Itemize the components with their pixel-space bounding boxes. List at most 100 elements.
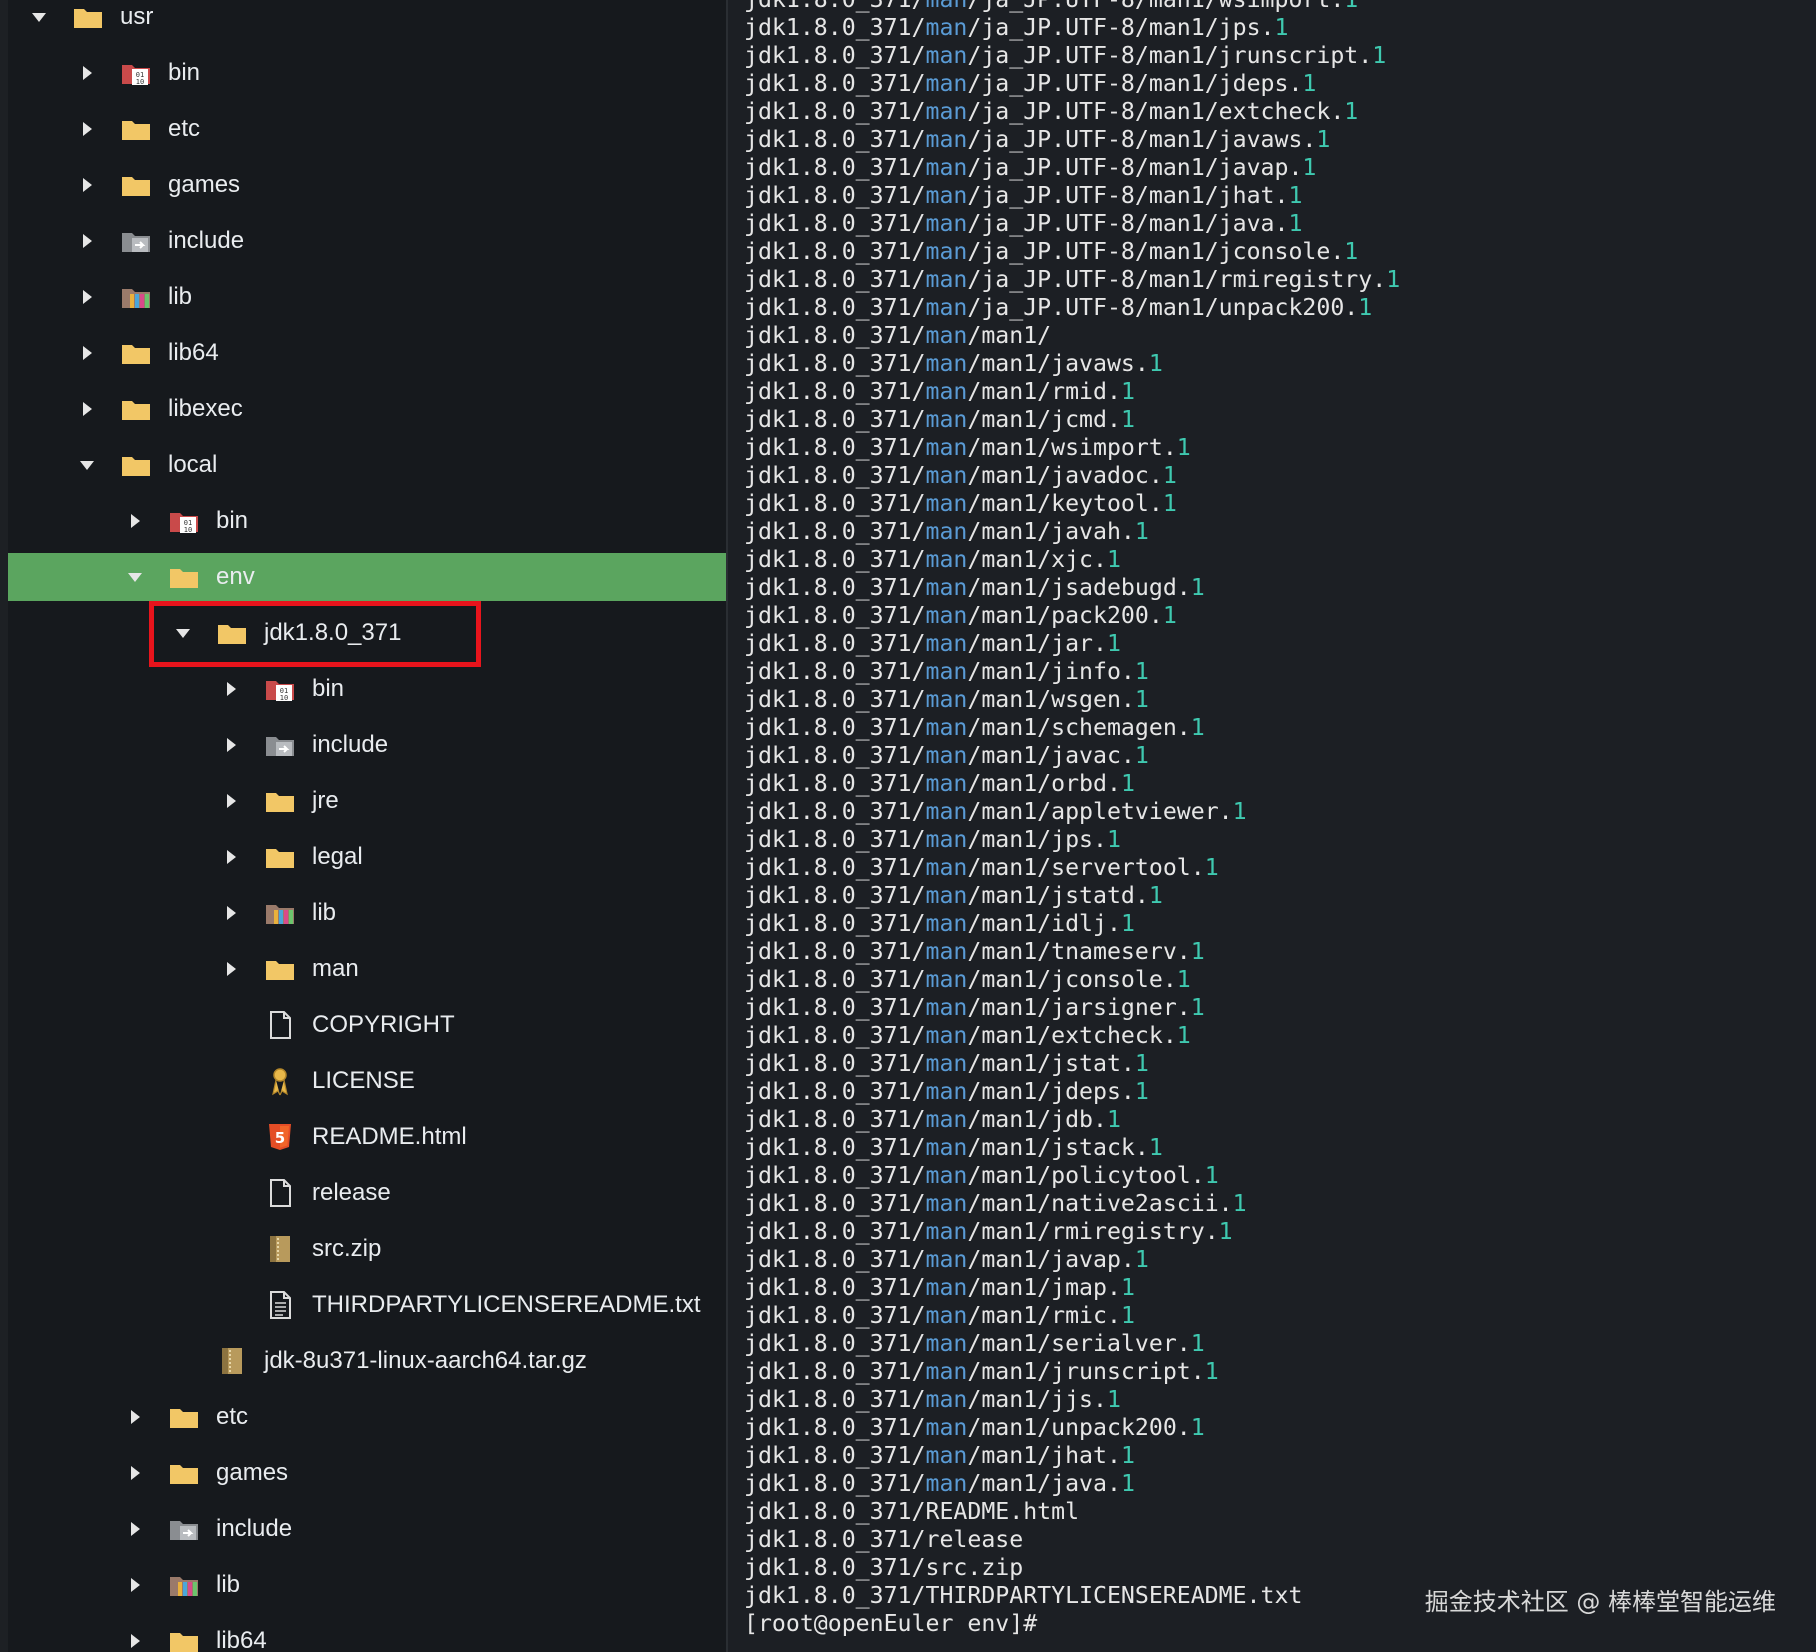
svg-text:5: 5 xyxy=(275,1129,285,1147)
tree-item-label: local xyxy=(168,451,218,478)
tree-file-item[interactable]: jdk-8u371-linux-aarch64.tar.gz xyxy=(8,1337,728,1385)
tree-item-label: include xyxy=(216,1515,293,1542)
expand-toggle[interactable] xyxy=(216,737,246,753)
terminal-line: jdk1.8.0_371/man/man1/schemagen.1 xyxy=(744,714,1205,741)
tree-folder-item[interactable]: lib xyxy=(8,889,728,937)
terminal-line: jdk1.8.0_371/man/man1/wsimport.1 xyxy=(744,434,1191,461)
terminal-line: jdk1.8.0_371/man/man1/jconsole.1 xyxy=(744,966,1191,993)
terminal-line: jdk1.8.0_371/man/ja_JP.UTF-8/man1/java.1 xyxy=(744,210,1303,237)
collapse-toggle[interactable] xyxy=(24,9,54,25)
expand-toggle[interactable] xyxy=(216,681,246,697)
chevron-right-icon xyxy=(227,906,236,920)
tree-folder-item[interactable]: games xyxy=(8,161,728,209)
tree-file-item[interactable]: LICENSE xyxy=(8,1057,728,1105)
tree-folder-item[interactable]: libexec xyxy=(8,385,728,433)
collapse-toggle[interactable] xyxy=(72,457,102,473)
expand-toggle[interactable] xyxy=(72,121,102,137)
terminal-line: jdk1.8.0_371/man/man1/wsgen.1 xyxy=(744,686,1149,713)
tree-folder-item[interactable]: games xyxy=(8,1449,728,1497)
tree-folder-item[interactable]: etc xyxy=(8,1393,728,1441)
terminal-line: jdk1.8.0_371/man/man1/appletviewer.1 xyxy=(744,798,1247,825)
tree-folder-item[interactable]: man xyxy=(8,945,728,993)
tree-folder-item[interactable]: env xyxy=(8,553,728,601)
tree-item-label: etc xyxy=(168,115,201,142)
tree-item-label: release xyxy=(312,1179,391,1206)
tree-folder-item[interactable]: jdk1.8.0_371 xyxy=(8,609,728,657)
expand-toggle[interactable] xyxy=(72,401,102,417)
terminal-line: jdk1.8.0_371/man/man1/jrunscript.1 xyxy=(744,1358,1219,1385)
tree-folder-item[interactable]: 01 10 bin xyxy=(8,665,728,713)
tree-item-label: include xyxy=(168,227,245,254)
terminal-line: jdk1.8.0_371/man/man1/javap.1 xyxy=(744,1246,1149,1273)
terminal-line: jdk1.8.0_371/man/ja_JP.UTF-8/man1/jconso… xyxy=(744,238,1359,265)
tree-folder-item[interactable]: include xyxy=(8,217,728,265)
expand-toggle[interactable] xyxy=(216,961,246,977)
expand-toggle[interactable] xyxy=(120,1521,150,1537)
tree-folder-item[interactable]: include xyxy=(8,1505,728,1553)
folder-icon xyxy=(118,337,154,369)
terminal-line: jdk1.8.0_371/man/ja_JP.UTF-8/man1/javap.… xyxy=(744,154,1317,181)
expand-toggle[interactable] xyxy=(120,1465,150,1481)
folder-icon xyxy=(118,169,154,201)
terminal-line: jdk1.8.0_371/man/man1/rmiregistry.1 xyxy=(744,1218,1233,1245)
text-file-icon xyxy=(262,1289,298,1321)
tree-file-item[interactable]: COPYRIGHT xyxy=(8,1001,728,1049)
expand-toggle[interactable] xyxy=(216,849,246,865)
expand-toggle[interactable] xyxy=(120,1633,150,1649)
expand-toggle[interactable] xyxy=(120,513,150,529)
tree-folder-item[interactable]: lib64 xyxy=(8,329,728,377)
folder-icon xyxy=(118,449,154,481)
terminal-line: jdk1.8.0_371/man/man1/jstack.1 xyxy=(744,1134,1163,1161)
svg-text:10: 10 xyxy=(136,78,144,86)
tree-item-label: games xyxy=(168,171,241,198)
terminal-line: jdk1.8.0_371/man/man1/pack200.1 xyxy=(744,602,1177,629)
expand-toggle[interactable] xyxy=(72,345,102,361)
zip-icon xyxy=(262,1233,298,1265)
tree-file-item[interactable]: release xyxy=(8,1169,728,1217)
svg-text:10: 10 xyxy=(184,526,192,534)
expand-toggle[interactable] xyxy=(216,905,246,921)
tree-folder-item[interactable]: lib xyxy=(8,1561,728,1609)
terminal-line: jdk1.8.0_371/man/man1/jjs.1 xyxy=(744,1386,1121,1413)
tree-folder-item[interactable]: legal xyxy=(8,833,728,881)
tree-item-label: include xyxy=(312,731,389,758)
tree-folder-item[interactable]: 01 10 bin xyxy=(8,497,728,545)
chevron-right-icon xyxy=(83,346,92,360)
collapse-toggle[interactable] xyxy=(120,569,150,585)
tree-folder-item[interactable]: 01 10 bin xyxy=(8,49,728,97)
terminal-line: jdk1.8.0_371/man/man1/servertool.1 xyxy=(744,854,1219,881)
expand-toggle[interactable] xyxy=(120,1409,150,1425)
tree-folder-item[interactable]: usr xyxy=(8,0,728,41)
tree-item-label: jdk1.8.0_371 xyxy=(264,619,402,646)
expand-toggle[interactable] xyxy=(72,177,102,193)
chevron-right-icon xyxy=(83,234,92,248)
html5-icon: 5 xyxy=(262,1121,298,1153)
expand-toggle[interactable] xyxy=(72,65,102,81)
terminal-line: jdk1.8.0_371/man/man1/jsadebugd.1 xyxy=(744,574,1205,601)
chevron-right-icon xyxy=(131,1410,140,1424)
expand-toggle[interactable] xyxy=(216,793,246,809)
terminal[interactable]: jdk1.8.0_371/man/ja_JP.UTF-8/man1/wsimpo… xyxy=(728,0,1816,1652)
svg-text:10: 10 xyxy=(280,694,288,702)
expand-toggle[interactable] xyxy=(72,289,102,305)
tree-folder-item[interactable]: include xyxy=(8,721,728,769)
tree-item-label: lib64 xyxy=(216,1627,267,1652)
tree-folder-item[interactable]: jre xyxy=(8,777,728,825)
tree-item-label: libexec xyxy=(168,395,243,422)
terminal-line: jdk1.8.0_371/release xyxy=(744,1526,1024,1553)
tree-folder-item[interactable]: lib xyxy=(8,273,728,321)
tree-item-label: bin xyxy=(312,675,345,702)
tree-file-item[interactable]: 5 README.html xyxy=(8,1113,728,1161)
tree-folder-item[interactable]: local xyxy=(8,441,728,489)
terminal-line: jdk1.8.0_371/man/man1/policytool.1 xyxy=(744,1162,1219,1189)
expand-toggle[interactable] xyxy=(120,1577,150,1593)
tree-folder-item[interactable]: etc xyxy=(8,105,728,153)
tree-file-item[interactable]: THIRDPARTYLICENSEREADME.txt xyxy=(8,1281,728,1329)
tree-folder-item[interactable]: lib64 xyxy=(8,1617,728,1652)
lib-folder-icon xyxy=(118,281,154,313)
chevron-right-icon xyxy=(83,122,92,136)
tree-file-item[interactable]: src.zip xyxy=(8,1225,728,1273)
expand-toggle[interactable] xyxy=(72,233,102,249)
collapse-toggle[interactable] xyxy=(168,625,198,641)
terminal-line: jdk1.8.0_371/man/man1/javah.1 xyxy=(744,518,1149,545)
